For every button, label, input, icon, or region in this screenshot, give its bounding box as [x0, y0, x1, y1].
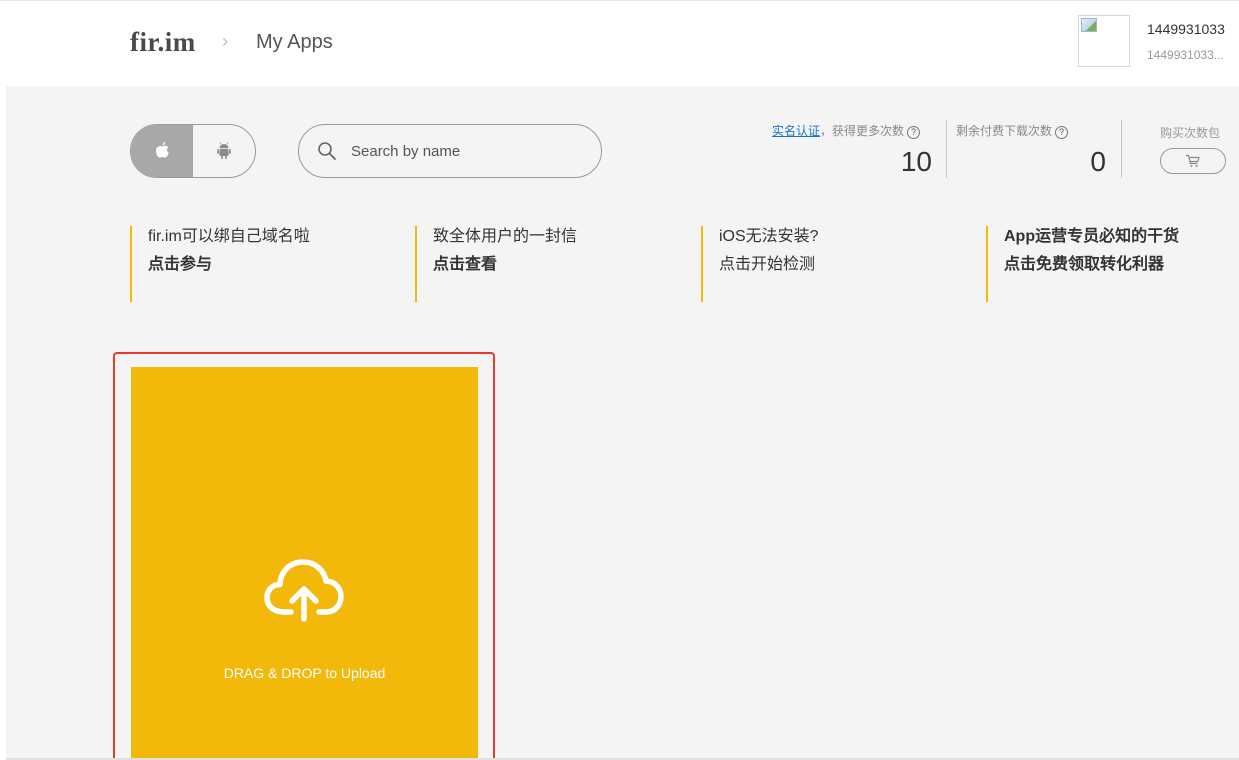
- avatar[interactable]: [1078, 15, 1130, 67]
- top-header: fir.im › My Apps 1449931033 1449931033..…: [0, 0, 1239, 86]
- platform-android-button[interactable]: [193, 125, 255, 177]
- banner-app-ops[interactable]: App运营专员必知的干货 点击免费领取转化利器: [986, 226, 1179, 302]
- stats-divider: [1121, 120, 1122, 178]
- banner-link[interactable]: 点击参与: [148, 254, 310, 276]
- paid-downloads-label: 剩余付费下载次数?: [956, 122, 1069, 139]
- banner-title: iOS无法安装?: [719, 228, 819, 245]
- paid-downloads-count: 0: [1090, 146, 1106, 177]
- platform-ios-button[interactable]: [131, 125, 193, 177]
- upload-dropzone[interactable]: DRAG & DROP to Upload: [131, 367, 478, 760]
- search-icon: [318, 142, 336, 160]
- apple-icon: [155, 142, 169, 158]
- buy-package-button[interactable]: [1160, 148, 1226, 174]
- free-downloads-count: 10: [900, 146, 932, 177]
- broken-image-icon: [1081, 18, 1097, 32]
- stats-divider: [946, 120, 947, 178]
- banner-custom-domain[interactable]: fir.im可以绑自己域名啦 点击参与: [130, 226, 310, 302]
- user-email: 1449931033...: [1147, 48, 1224, 62]
- logo[interactable]: fir.im: [130, 27, 196, 58]
- user-name[interactable]: 1449931033: [1147, 21, 1225, 37]
- search-box[interactable]: [298, 124, 602, 178]
- cloud-upload-icon: [264, 559, 344, 622]
- cart-icon: [1186, 154, 1200, 167]
- banner-link[interactable]: 点击免费领取转化利器: [1004, 254, 1179, 276]
- search-input[interactable]: [351, 139, 581, 163]
- banner-ios-install[interactable]: iOS无法安装? 点击开始检测: [701, 226, 819, 302]
- platform-toggle: [130, 124, 256, 178]
- android-icon: [217, 142, 231, 159]
- banner-link[interactable]: 点击查看: [433, 254, 577, 276]
- verify-suffix: ，获得更多次数: [820, 124, 905, 138]
- banner-title: App运营专员必知的干货: [1004, 228, 1180, 245]
- paid-downloads-text: 剩余付费下载次数: [956, 124, 1053, 138]
- help-icon[interactable]: ?: [907, 126, 921, 139]
- free-downloads-label: 实名认证，获得更多次数?: [772, 122, 921, 139]
- verify-identity-link[interactable]: 实名认证: [772, 124, 820, 138]
- breadcrumb-separator: ›: [222, 31, 228, 51]
- banner-open-letter[interactable]: 致全体用户的一封信 点击查看: [415, 226, 577, 302]
- banner-title: 致全体用户的一封信: [433, 228, 578, 245]
- buy-package-label: 购买次数包: [1160, 126, 1221, 140]
- breadcrumb-my-apps[interactable]: My Apps: [256, 31, 333, 54]
- help-icon[interactable]: ?: [1055, 126, 1069, 139]
- upload-label: DRAG & DROP to Upload: [223, 665, 386, 681]
- banner-link[interactable]: 点击开始检测: [719, 254, 819, 276]
- banner-title: fir.im可以绑自己域名啦: [148, 228, 310, 245]
